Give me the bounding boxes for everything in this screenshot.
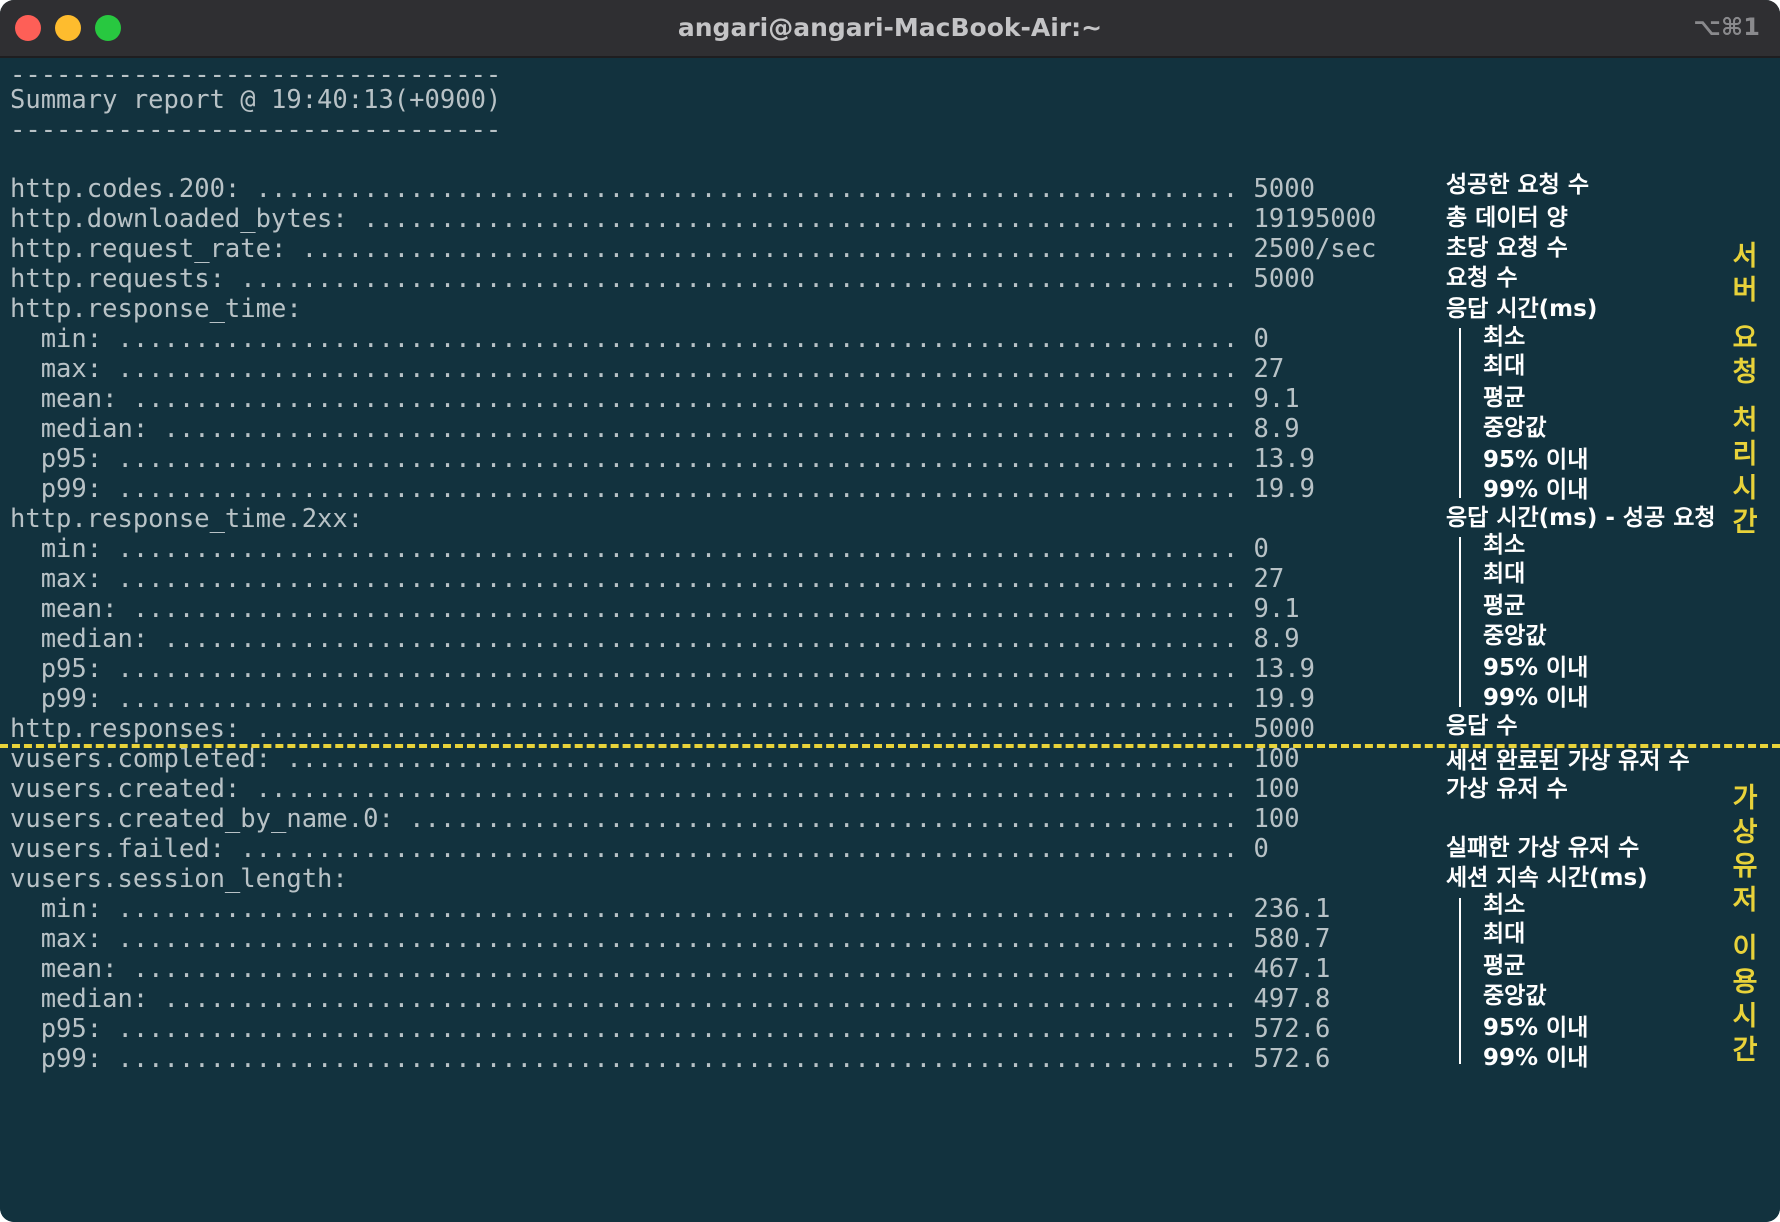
side-char: 가 (1732, 783, 1758, 814)
output-line: http.request_rate: .....................… (10, 234, 1377, 264)
side-char: 서 (1732, 241, 1758, 272)
output-line: p99: ...................................… (10, 474, 1315, 504)
side-char: 저 (1732, 885, 1758, 916)
side-char: 간 (1732, 507, 1758, 538)
annotation-mean: 평균 (1483, 593, 1526, 619)
side-char: 버 (1732, 275, 1758, 306)
side-char: 이 (1732, 933, 1758, 964)
output-line: mean: ..................................… (10, 594, 1300, 624)
title-bar[interactable]: angari@angari-MacBook-Air:~ ⌥⌘1 (0, 0, 1780, 58)
output-line: p95: ...................................… (10, 1014, 1331, 1044)
side-char: 처 (1732, 405, 1758, 436)
annotation-median: 중앙값 (1483, 623, 1547, 649)
annotation-request-rate: 초당 요청 수 (1446, 235, 1568, 261)
annotation-mean: 평균 (1483, 953, 1526, 979)
annotation-median: 중앙값 (1483, 983, 1547, 1009)
side-char: 시 (1732, 473, 1758, 504)
annotation-codes-200: 성공한 요청 수 (1446, 172, 1589, 198)
output-line: max: ...................................… (10, 564, 1285, 594)
side-char: 시 (1732, 1001, 1758, 1032)
annotation-max: 최대 (1483, 561, 1526, 587)
annotation-p95: 95% 이내 (1483, 447, 1589, 473)
output-line: median: ................................… (10, 414, 1300, 444)
annotation-mean: 평균 (1483, 385, 1526, 411)
side-char (1728, 390, 1762, 404)
terminal-output[interactable]: -------------------------------- Summary… (0, 58, 1780, 1222)
annotation-p95: 95% 이내 (1483, 1015, 1589, 1041)
output-line: http.response_time: (10, 294, 302, 324)
side-char: 요 (1732, 323, 1758, 354)
output-line: median: ................................… (10, 624, 1300, 654)
side-char: 청 (1732, 357, 1758, 388)
annotation-max: 최대 (1483, 353, 1526, 379)
bracket-line (1459, 328, 1461, 498)
output-line: median: ................................… (10, 984, 1331, 1014)
output-line: p99: ...................................… (10, 1044, 1331, 1074)
output-line: http.responses: ........................… (10, 714, 1315, 744)
output-line: http.response_time.2xx: (10, 504, 364, 534)
window-title: angari@angari-MacBook-Air:~ (677, 13, 1103, 42)
output-line: mean: ..................................… (10, 954, 1331, 984)
annotation-max: 최대 (1483, 921, 1526, 947)
output-line: mean: ..................................… (10, 384, 1300, 414)
terminal-window: angari@angari-MacBook-Air:~ ⌥⌘1 --------… (0, 0, 1780, 1222)
summary-header: Summary report @ 19:40:13(+0900) (10, 85, 502, 115)
output-line: p95: ...................................… (10, 654, 1315, 684)
output-line: max: ...................................… (10, 354, 1285, 384)
output-line: p99: ...................................… (10, 684, 1315, 714)
side-label-server-processing-time: 서 버 요 청 처 리 시 간 (1728, 240, 1762, 540)
side-char: 간 (1732, 1035, 1758, 1066)
annotation-vusers-created: 가상 유저 수 (1446, 776, 1568, 802)
annotation-session-length: 세션 지속 시간(ms) (1446, 865, 1648, 891)
output-line: max: ...................................… (10, 924, 1331, 954)
output-line: vusers.created_by_name.0: ..............… (10, 804, 1300, 834)
output-line: http.downloaded_bytes: .................… (10, 204, 1377, 234)
output-line: vusers.session_length: (10, 864, 348, 894)
output-line: p95: ...................................… (10, 444, 1315, 474)
annotation-p99: 99% 이내 (1483, 1045, 1589, 1071)
bracket-line (1459, 537, 1461, 707)
output-line: vusers.failed: .........................… (10, 834, 1269, 864)
annotation-requests: 요청 수 (1446, 265, 1518, 291)
side-char (1728, 918, 1762, 932)
output-line: http.codes.200: ........................… (10, 174, 1315, 204)
separator-bottom: -------------------------------- (10, 115, 502, 145)
output-line: min: ...................................… (10, 894, 1331, 924)
side-char: 용 (1732, 967, 1758, 998)
tab-shortcut: ⌥⌘1 (1693, 13, 1760, 41)
annotation-p95: 95% 이내 (1483, 655, 1589, 681)
annotation-vusers-failed: 실패한 가상 유저 수 (1446, 835, 1640, 861)
side-char: 리 (1732, 439, 1758, 470)
output-line: vusers.created: ........................… (10, 774, 1300, 804)
side-char (1728, 308, 1762, 322)
annotation-downloaded-bytes: 총 데이터 양 (1446, 205, 1568, 231)
output-line: min: ...................................… (10, 534, 1269, 564)
annotation-responses: 응답 수 (1446, 713, 1518, 739)
output-line: min: ...................................… (10, 324, 1269, 354)
side-char: 유 (1732, 851, 1758, 882)
side-char: 상 (1732, 817, 1758, 848)
annotation-median: 중앙값 (1483, 415, 1547, 441)
side-label-vuser-usage-time: 가 상 유 저 이 용 시 간 (1728, 782, 1762, 1068)
output-line: http.requests: .........................… (10, 264, 1315, 294)
bracket-line (1459, 898, 1461, 1064)
